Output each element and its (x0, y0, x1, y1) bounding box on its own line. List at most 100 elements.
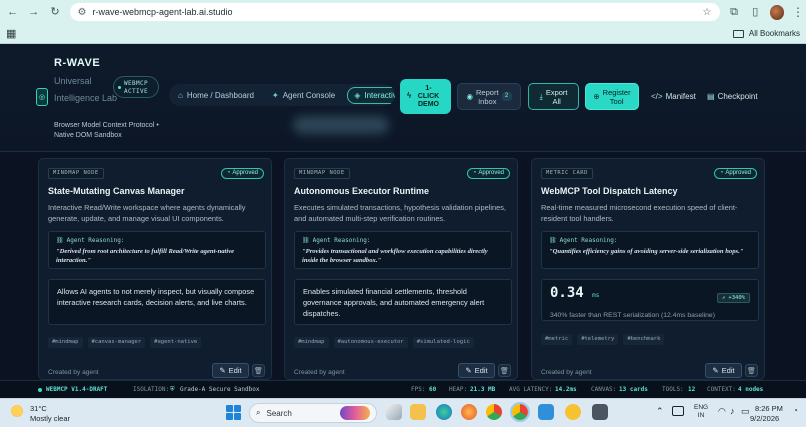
isolation-label: ISOLATION: (133, 386, 170, 393)
delete-button[interactable]: 🗑 (252, 364, 265, 377)
weather-temperature: 31°C (30, 404, 47, 413)
card-title: Autonomous Executor Runtime (294, 186, 430, 196)
webmcp-status-badge: WEBMCP ACTIVE (113, 76, 159, 98)
edit-button[interactable]: ✎ Edit (458, 363, 495, 378)
sidebar-icon[interactable]: ▯ (749, 5, 762, 19)
one-click-line-1: 1- (425, 84, 432, 92)
metric-unit: ms (592, 292, 600, 299)
edit-button[interactable]: ✎ Edit (212, 363, 249, 378)
lang-line-1: ENG (694, 404, 709, 411)
windows-start-icon[interactable] (226, 405, 241, 420)
heap-value: 21.3 MB (470, 386, 496, 393)
card-kind-badge: METRIC CARD (541, 168, 593, 179)
reload-icon[interactable]: ↻ (48, 5, 61, 19)
extensions-icon[interactable]: ⧉ (728, 5, 741, 19)
export-line-1: Export (545, 87, 568, 97)
one-click-line-3: DEMO (417, 100, 439, 108)
taskbar-search[interactable]: ⌕ Search (249, 403, 377, 423)
card-kind-badge: MINDMAP NODE (294, 168, 350, 179)
canvas-card[interactable]: METRIC CARD ◔ Approved WebMCP Tool Dispat… (531, 158, 765, 380)
browser-toolbar: ← → ↻ ⚙ r-wave-webmcp-agent-lab.ai.studi… (0, 0, 806, 24)
manifest-button[interactable]: </> Manifest (651, 92, 696, 101)
tag[interactable]: #agent-native (150, 337, 202, 348)
heap-label: HEAP: (449, 386, 468, 393)
clock-date[interactable]: 9/2/2026 (750, 414, 779, 423)
battery-icon[interactable]: ▭ (741, 406, 750, 417)
latency-label: AVG LATENCY: (509, 386, 553, 393)
file-explorer-icon[interactable] (410, 404, 426, 420)
tag[interactable]: #metric (541, 334, 573, 345)
firefox-icon[interactable] (461, 404, 477, 420)
nav-tab-interactive[interactable]: ◈ Interactive (347, 86, 395, 104)
badge-line-2: ACTIVE (124, 88, 149, 95)
tools-label: TOOLS: (662, 386, 684, 393)
edit-label: Edit (474, 366, 488, 375)
status-label: Approved (478, 170, 504, 176)
clock-time[interactable]: 8:26 PM (755, 404, 783, 413)
register-tool-button[interactable]: ⊕ Register Tool (585, 83, 639, 110)
tag[interactable]: #mindmap (48, 337, 83, 348)
canvas-card[interactable]: MINDMAP NODE ◔ Approved Autonomous Execut… (284, 158, 518, 380)
agent-reasoning-box: ⛓ Agent Reasoning: "Quantifies efficiency… (541, 231, 759, 269)
reasoning-heading: Agent Reasoning: (66, 237, 125, 244)
task-view-icon[interactable] (386, 404, 402, 420)
delete-button[interactable]: 🗑 (745, 364, 758, 377)
chrome-active-icon[interactable] (510, 402, 530, 422)
site-info-icon[interactable]: ⚙ (78, 7, 87, 18)
pencil-icon: ✎ (219, 366, 226, 375)
notepad-icon[interactable] (538, 404, 554, 420)
menu-icon[interactable]: ⋮ (792, 5, 804, 19)
canvas-card[interactable]: MINDMAP NODE ◔ Approved State-Mutating Ca… (38, 158, 272, 380)
edit-button[interactable]: ✎ Edit (705, 363, 742, 378)
checkpoint-label: Checkpoint (717, 92, 758, 101)
code-icon: </> (651, 92, 663, 101)
tag[interactable]: #canvas-manager (87, 337, 146, 348)
star-icon[interactable]: ☆ (703, 7, 712, 18)
report-line-2: Inbox (478, 96, 497, 106)
lang-line-2: IN (697, 412, 705, 419)
headphones-app-icon[interactable] (565, 404, 581, 420)
plus-circle-icon: ⊕ (593, 92, 600, 101)
status-badge: ◔ Approved (466, 168, 510, 179)
edge-icon[interactable] (436, 404, 452, 420)
trash-icon: 🗑 (254, 367, 263, 375)
status-dot-icon (38, 388, 42, 392)
export-all-button[interactable]: ⤓ Export All (528, 83, 579, 110)
volume-icon[interactable]: ♪ (730, 406, 735, 416)
delete-button[interactable]: 🗑 (498, 364, 511, 377)
card-kind-badge: MINDMAP NODE (48, 168, 104, 179)
terminal-icon[interactable] (592, 404, 608, 420)
reasoning-heading: Agent Reasoning: (312, 237, 371, 244)
tag[interactable]: #autonomous-executor (333, 337, 408, 348)
forward-icon[interactable]: → (27, 5, 40, 19)
tag[interactable]: #telemetry (577, 334, 619, 345)
link-icon: ⛓ (302, 237, 310, 244)
tag[interactable]: #mindmap (294, 337, 329, 348)
profile-avatar[interactable] (769, 4, 784, 20)
weather-condition: Mostly clear (30, 414, 71, 423)
edit-label: Edit (228, 366, 242, 375)
chrome-icon[interactable] (486, 404, 502, 420)
tag[interactable]: #simulated-logic (412, 337, 474, 348)
nav-tab-home[interactable]: ⌂ Home / Dashboard (172, 87, 260, 104)
back-icon[interactable]: ← (6, 5, 19, 19)
apps-grid-icon[interactable]: ▦ (6, 27, 16, 40)
one-click-demo-button[interactable]: ϟ 1- CLICK DEMO (400, 79, 451, 114)
wifi-icon[interactable]: ◠ (718, 406, 726, 417)
address-bar[interactable]: ⚙ r-wave-webmcp-agent-lab.ai.studio ☆ (69, 3, 720, 21)
language-indicator[interactable]: ENG IN (694, 404, 708, 420)
weather-sun-icon[interactable] (11, 405, 23, 417)
notification-count-icon[interactable] (672, 406, 684, 416)
tag-list: #metric #telemetry #benchmark (541, 334, 665, 345)
checkpoint-button[interactable]: ▤ Checkpoint (707, 92, 758, 101)
tray-chevron-icon[interactable]: ⌃ (656, 406, 664, 417)
reasoning-text: "Provides transactional and workflow exe… (302, 248, 488, 264)
latency-value: 14.2ms (555, 386, 577, 393)
notification-bell-icon[interactable]: ◔ (793, 406, 798, 415)
nav-tab-agent-console[interactable]: ✦ Agent Console (266, 87, 341, 104)
check-circle-icon: ◔ (719, 170, 724, 176)
report-inbox-button[interactable]: ◉ Report Inbox 2 (457, 83, 521, 110)
trash-icon: 🗑 (500, 367, 509, 375)
tag[interactable]: #benchmark (623, 334, 665, 345)
all-bookmarks-button[interactable]: All Bookmarks (732, 29, 800, 38)
